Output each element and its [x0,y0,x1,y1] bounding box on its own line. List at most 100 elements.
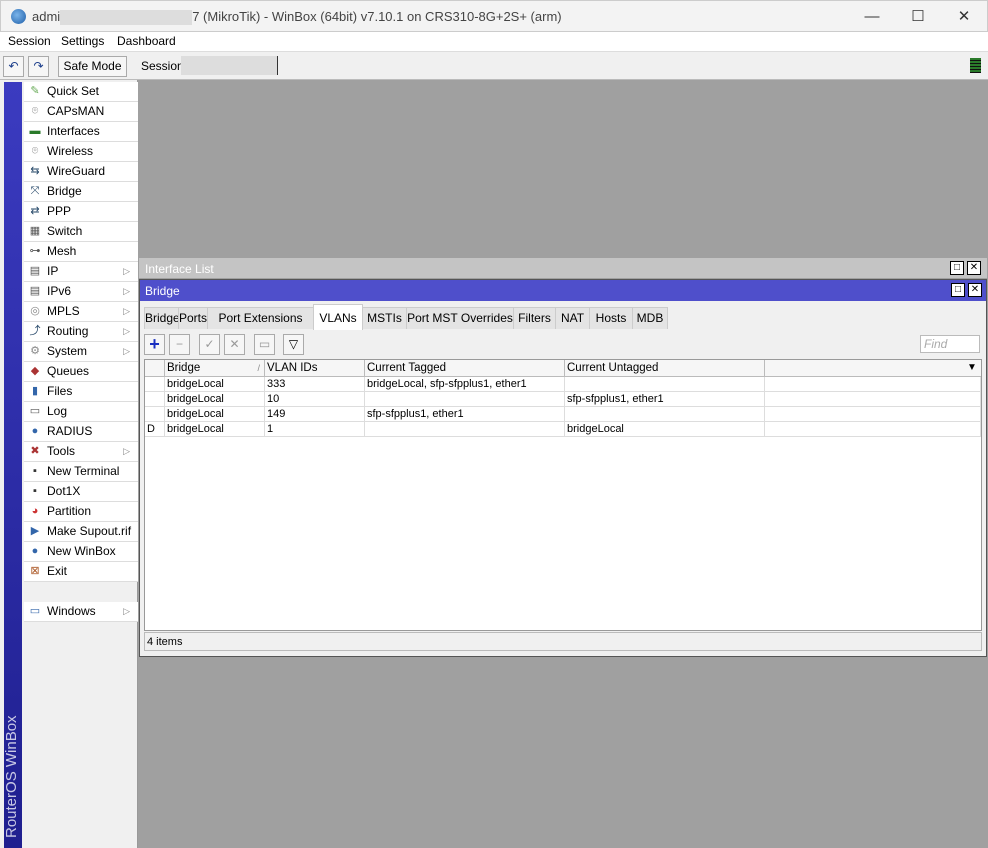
sidebar-item-radius[interactable]: ● RADIUS [24,422,138,442]
table-row[interactable]: bridgeLocal 10 sfp-sfpplus1, ether1 [145,392,981,407]
tab-mstis[interactable]: MSTIs [362,307,407,329]
tab-vlans[interactable]: VLANs [313,304,363,330]
sidebar-item-wireless[interactable]: ⌾ Wireless [24,142,138,162]
maximize-icon[interactable]: □ [951,283,965,297]
sidebar-item-new-winbox[interactable]: ● New WinBox [24,542,138,562]
disable-icon[interactable]: ✕ [224,334,245,355]
submenu-arrow-icon: ▷ [123,306,130,316]
sidebar-item-label: Partition [47,504,92,518]
sidebar-item-tools[interactable]: ✖ Tools ▷ [24,442,138,462]
cell-untagged [565,377,765,391]
tab-ports[interactable]: Ports [178,307,208,329]
wand-icon: ✎ [30,85,40,97]
menu-settings[interactable]: Settings [61,34,104,48]
comment-icon[interactable]: ▭ [254,334,275,355]
sidebar-item-label: Windows [47,604,96,618]
sidebar-item-system[interactable]: ⚙ System ▷ [24,342,138,362]
find-input[interactable]: Find [920,335,980,353]
sidebar-item-log[interactable]: ▭ Log [24,402,138,422]
tab-port-extensions[interactable]: Port Extensions [207,307,314,329]
sidebar-item-make-supout-rif[interactable]: ▶ Make Supout.rif [24,522,138,542]
sidebar-item-label: CAPsMAN [47,104,105,118]
sidebar-item-routing[interactable]: ⤴ Routing ▷ [24,322,138,342]
sidebar-item-label: Switch [47,224,83,238]
table-row[interactable]: bridgeLocal 333 bridgeLocal, sfp-sfpplus1,… [145,377,981,392]
sidebar-item-interfaces[interactable]: ▬ Interfaces [24,122,138,142]
column-menu-icon[interactable]: ▼ [965,360,981,376]
bridge-icon: ⤧ [30,185,40,197]
sidebar-item-partition[interactable]: ◕ Partition [24,502,138,522]
minimize-button[interactable]: — [849,5,895,29]
sidebar-item-label: IP [47,264,59,278]
antenna-icon: ⌾ [31,105,39,117]
col-flag[interactable] [145,360,165,376]
sidebar-item-ppp[interactable]: ⇄ PPP [24,202,138,222]
remove-icon[interactable]: − [169,334,190,355]
sidebar-item-windows[interactable]: ▭ Windows ▷ [24,602,138,622]
sidebar-item-files[interactable]: ▮ Files [24,382,138,402]
sidebar-item-switch[interactable]: ▦ Switch [24,222,138,242]
submenu-arrow-icon: ▷ [123,446,130,456]
close-button[interactable]: ✕ [941,5,987,29]
submenu-arrow-icon: ▷ [123,346,130,356]
maximize-button[interactable]: ☐ [895,5,941,29]
table-row[interactable]: DbridgeLocal 1 bridgeLocal [145,422,981,437]
sidebar-item-label: Make Supout.rif [47,524,132,538]
col-bridge[interactable]: Bridge / [165,360,265,376]
safe-mode-button[interactable]: Safe Mode [58,56,127,77]
bridge-window-titlebar[interactable]: Bridge □ ✕ [140,280,986,301]
undo-icon[interactable]: ↶ [3,56,24,77]
sidebar-item-bridge[interactable]: ⤧ Bridge [24,182,138,202]
windows-icon: ▭ [29,605,41,617]
sidebar-item-new-terminal[interactable]: ▪ New Terminal [24,462,138,482]
bridge-window-title: Bridge [145,284,180,298]
menu-dashboard[interactable]: Dashboard [117,34,176,48]
submenu-arrow-icon: ▷ [123,606,130,616]
tab-nat[interactable]: NAT [555,307,590,329]
cell-flag [145,377,165,391]
col-current-tagged[interactable]: Current Tagged [365,360,565,376]
col-current-untagged[interactable]: Current Untagged [565,360,765,376]
sidebar-item-queues[interactable]: ◆ Queues [24,362,138,382]
sidebar-item-capsman[interactable]: ⌾ CAPsMAN [24,102,138,122]
sidebar-item-ip[interactable]: ▤ IP ▷ [24,262,138,282]
ip-icon: ▤ [29,265,41,277]
sidebar-item-label: Quick Set [47,84,100,98]
sidebar-item-ipv6[interactable]: ▤ IPv6 ▷ [24,282,138,302]
close-icon[interactable]: ✕ [967,261,981,275]
tab-filters[interactable]: Filters [513,307,556,329]
submenu-arrow-icon: ▷ [123,266,130,276]
winbox-icon: ● [31,545,39,557]
table-row[interactable]: bridgeLocal 149 sfp-sfpplus1, ether1 [145,407,981,422]
tab-bridge[interactable]: Bridge [144,307,180,329]
tab-hosts[interactable]: Hosts [589,307,633,329]
enable-icon[interactable]: ✓ [199,334,220,355]
filter-icon[interactable]: ▽ [283,334,304,355]
title-bar: admi 7 (MikroTik) - WinBox (64bit) v7.10.… [0,0,988,32]
table-header: Bridge / VLAN IDs Current Tagged Current … [145,360,981,377]
cell-empty [765,422,981,436]
col-vlan-ids[interactable]: VLAN IDs [265,360,365,376]
add-icon[interactable]: + [144,334,165,355]
sidebar-item-wireguard[interactable]: ⇆ WireGuard [24,162,138,182]
menu-session[interactable]: Session [8,34,51,48]
redo-icon[interactable]: ↷ [28,56,49,77]
interface-list-title: Interface List [145,262,214,276]
tab-port-mst-overrides[interactable]: Port MST Overrides [406,307,514,329]
sidebar-item-quick-set[interactable]: ✎ Quick Set [24,82,138,102]
session-field[interactable] [181,56,278,75]
sidebar-item-exit[interactable]: ⊠ Exit [24,562,138,582]
sidebar-item-mesh[interactable]: ⊶ Mesh [24,242,138,262]
interface-list-titlebar[interactable]: Interface List □ ✕ [139,258,987,278]
cell-vlan-ids: 333 [265,377,365,391]
sidebar-item-label: Routing [47,324,89,338]
tab-mdb[interactable]: MDB [632,307,668,329]
wireguard-icon: ⇆ [30,165,40,177]
sidebar-item-label: New Terminal [47,464,120,478]
sidebar-item-dot1x[interactable]: ▪ Dot1X [24,482,138,502]
sidebar-item-label: Interfaces [47,124,100,138]
status-bar: 4 items [144,632,982,651]
maximize-icon[interactable]: □ [950,261,964,275]
close-icon[interactable]: ✕ [968,283,982,297]
sidebar-item-mpls[interactable]: ◎ MPLS ▷ [24,302,138,322]
